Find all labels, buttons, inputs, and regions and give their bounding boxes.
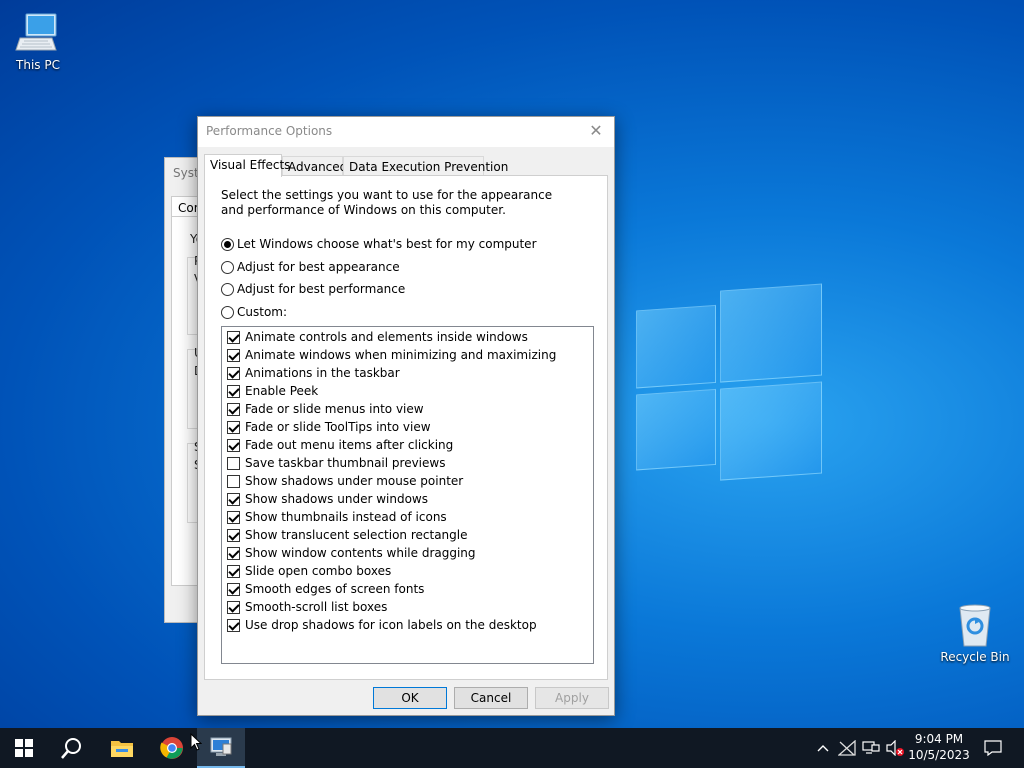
tab-visual-effects[interactable]: Visual Effects [204, 154, 290, 177]
visual-effects-list[interactable]: Animate controls and elements inside win… [221, 326, 594, 664]
radio-custom[interactable]: Custom: [221, 304, 287, 320]
list-item[interactable]: Slide open combo boxes [227, 562, 391, 580]
visual-effects-panel: Select the settings you want to use for … [204, 175, 608, 680]
checkbox-label: Fade or slide ToolTips into view [245, 420, 431, 434]
checkbox[interactable] [227, 384, 240, 398]
list-item[interactable]: Fade or slide menus into view [227, 400, 424, 418]
checkbox[interactable] [227, 402, 240, 416]
close-icon[interactable]: ✕ [586, 121, 606, 141]
list-item[interactable]: Show translucent selection rectangle [227, 526, 468, 544]
checkbox[interactable] [227, 510, 240, 524]
checkbox-label: Animate windows when minimizing and maxi… [245, 348, 557, 362]
ok-button[interactable]: OK [373, 687, 447, 709]
checkbox[interactable] [227, 438, 240, 452]
wallpaper-windows-logo [636, 283, 822, 486]
checkbox[interactable] [227, 600, 240, 614]
radio-button[interactable] [221, 305, 234, 319]
network-disconnected-icon[interactable] [836, 728, 858, 768]
list-item[interactable]: Show thumbnails instead of icons [227, 508, 447, 526]
performance-options-dialog[interactable]: Performance Options ✕ Visual Effects Adv… [197, 116, 615, 716]
checkbox[interactable] [227, 456, 240, 470]
radio-best-appearance[interactable]: Adjust for best appearance [221, 259, 400, 275]
tab-advanced[interactable]: Advanced [282, 156, 347, 176]
checkbox-label: Save taskbar thumbnail previews [245, 456, 446, 470]
checkbox-label: Smooth edges of screen fonts [245, 582, 425, 596]
checkbox-label: Show window contents while dragging [245, 546, 476, 560]
checkbox[interactable] [227, 546, 240, 560]
list-item[interactable]: Smooth-scroll list boxes [227, 598, 387, 616]
checkbox[interactable] [227, 474, 240, 488]
title-bar[interactable]: Performance Options ✕ [198, 117, 614, 147]
radio-button[interactable] [221, 282, 234, 296]
network-icon[interactable] [860, 728, 882, 768]
radio-button[interactable] [221, 237, 234, 251]
desktop-icon-this-pc[interactable]: This PC [0, 8, 76, 72]
mouse-cursor-icon [190, 732, 203, 754]
checkbox[interactable] [227, 348, 240, 362]
apply-button[interactable]: Apply [535, 687, 609, 709]
chrome-icon[interactable] [148, 728, 196, 768]
checkbox[interactable] [227, 366, 240, 380]
checkbox[interactable] [227, 528, 240, 542]
radio-let-windows-choose[interactable]: Let Windows choose what's best for my co… [221, 236, 537, 252]
checkbox[interactable] [227, 330, 240, 344]
checkbox[interactable] [227, 420, 240, 434]
desktop-icon-label: This PC [16, 58, 60, 72]
list-item[interactable]: Show window contents while dragging [227, 544, 476, 562]
checkbox-label: Show shadows under mouse pointer [245, 474, 464, 488]
checkbox[interactable] [227, 618, 240, 632]
checkbox-label: Show translucent selection rectangle [245, 528, 468, 542]
description-text: Select the settings you want to use for … [221, 188, 553, 217]
search-icon[interactable] [48, 728, 96, 768]
checkbox-label: Show shadows under windows [245, 492, 428, 506]
checkbox[interactable] [227, 492, 240, 506]
radio-best-performance[interactable]: Adjust for best performance [221, 281, 405, 297]
cancel-button[interactable]: Cancel [454, 687, 528, 709]
show-hidden-icons-chevron-icon[interactable] [812, 728, 834, 768]
radio-label: Custom: [237, 305, 288, 319]
desktop-icon-label: Recycle Bin [940, 650, 1010, 664]
checkbox-label: Animate controls and elements inside win… [245, 330, 528, 344]
desktop-icon-recycle-bin[interactable]: Recycle Bin [937, 600, 1013, 664]
checkbox-label: Use drop shadows for icon labels on the … [245, 618, 537, 632]
action-center-icon[interactable] [978, 728, 1008, 768]
list-item[interactable]: Smooth edges of screen fonts [227, 580, 424, 598]
list-item[interactable]: Fade out menu items after clicking [227, 436, 453, 454]
dialog-title: Performance Options [206, 124, 333, 138]
list-item[interactable]: Use drop shadows for icon labels on the … [227, 616, 537, 634]
checkbox-label: Animations in the taskbar [245, 366, 400, 380]
radio-button[interactable] [221, 260, 234, 274]
file-explorer-icon[interactable] [98, 728, 146, 768]
checkbox-label: Fade out menu items after clicking [245, 438, 454, 452]
checkbox-label: Show thumbnails instead of icons [245, 510, 447, 524]
taskbar: 9:04 PM 10/5/2023 [0, 728, 1024, 768]
list-item[interactable]: Show shadows under windows [227, 490, 428, 508]
start-icon[interactable] [0, 728, 48, 768]
checkbox-label: Slide open combo boxes [245, 564, 392, 578]
list-item[interactable]: Show shadows under mouse pointer [227, 472, 463, 490]
checkbox[interactable] [227, 564, 240, 578]
radio-label: Adjust for best appearance [237, 260, 400, 274]
checkbox-label: Enable Peek [245, 384, 319, 398]
checkbox-label: Smooth-scroll list boxes [245, 600, 388, 614]
radio-label: Adjust for best performance [237, 282, 406, 296]
clock[interactable]: 9:04 PM 10/5/2023 [906, 731, 972, 763]
list-item[interactable]: Animate controls and elements inside win… [227, 328, 528, 346]
checkbox-label: Fade or slide menus into view [245, 402, 424, 416]
recycle-bin-icon [951, 600, 999, 648]
this-pc-icon [14, 8, 62, 56]
clock-time: 9:04 PM [914, 732, 964, 746]
radio-label: Let Windows choose what's best for my co… [237, 237, 537, 251]
list-item[interactable]: Animations in the taskbar [227, 364, 400, 382]
volume-muted-icon[interactable] [884, 728, 906, 768]
list-item[interactable]: Save taskbar thumbnail previews [227, 454, 445, 472]
system-properties-icon[interactable] [197, 728, 245, 768]
clock-date: 10/5/2023 [908, 748, 970, 762]
list-item[interactable]: Enable Peek [227, 382, 318, 400]
checkbox[interactable] [227, 582, 240, 596]
list-item[interactable]: Fade or slide ToolTips into view [227, 418, 431, 436]
tab-data-execution-prevention[interactable]: Data Execution Prevention [343, 156, 508, 176]
list-item[interactable]: Animate windows when minimizing and maxi… [227, 346, 556, 364]
